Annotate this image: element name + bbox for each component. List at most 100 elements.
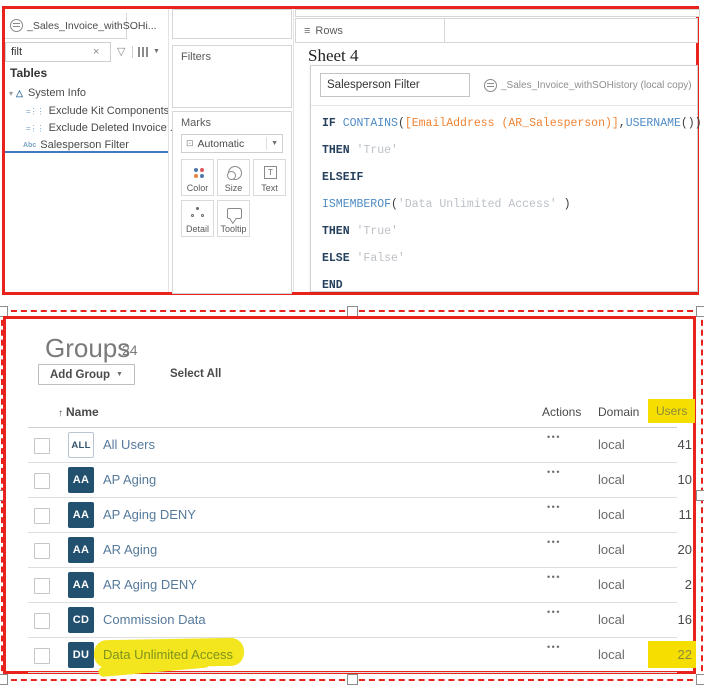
formula-line: ELSEIF: [322, 164, 691, 191]
rows-icon: ≡: [304, 25, 310, 37]
column-header-domain: Domain: [598, 405, 639, 419]
resize-handle[interactable]: [696, 674, 704, 685]
row-checkbox[interactable]: [34, 473, 50, 489]
marks-card: Marks ⊡ Automatic ▼ Color Size T Text De…: [172, 111, 292, 294]
actions-menu-icon[interactable]: •••: [540, 537, 568, 547]
expand-caret-icon[interactable]: ▾: [9, 89, 13, 98]
group-badge: CD: [68, 607, 94, 633]
pages-shelf[interactable]: [172, 9, 292, 39]
page-title: Groups: [45, 333, 130, 364]
pane-divider-accent: [5, 151, 168, 153]
users-count: 22: [648, 641, 696, 668]
mark-type-dropdown[interactable]: ⊡ Automatic ▼: [181, 134, 283, 153]
formula-line: ISMEMBEROF('Data Unlimited Access' ): [322, 191, 691, 218]
formula-line: ELSE 'False': [322, 245, 691, 272]
add-group-button[interactable]: Add Group ▼: [38, 364, 135, 385]
actions-menu-icon[interactable]: •••: [540, 502, 568, 512]
users-count: 41: [624, 437, 692, 452]
column-header-actions: Actions: [542, 405, 581, 419]
calc-name-input[interactable]: [320, 73, 470, 97]
field-search-box[interactable]: ×: [5, 42, 111, 62]
size-button[interactable]: Size: [217, 159, 250, 196]
actions-menu-icon[interactable]: •••: [540, 642, 568, 652]
actions-menu-icon[interactable]: •••: [540, 607, 568, 617]
resize-handle[interactable]: [696, 490, 704, 501]
actions-menu-icon[interactable]: •••: [540, 467, 568, 477]
calculated-field-editor: _Sales_Invoice_withSOHistory (local copy…: [310, 65, 698, 292]
chevron-down-icon: ▼: [266, 137, 282, 150]
formula-line: END: [322, 272, 691, 299]
table-row: DUData Unlimited Access•••local22: [28, 638, 677, 673]
group-badge: DU: [68, 642, 94, 668]
domain-value: local: [598, 472, 625, 487]
groups-table: ALLAll Users•••local41AAAP Aging•••local…: [28, 427, 677, 673]
group-name-link[interactable]: AP Aging: [103, 472, 156, 487]
resize-handle[interactable]: [696, 306, 704, 317]
abc-string-icon: Abc: [23, 142, 36, 149]
table-row: AAAR Aging DENY•••local2: [28, 568, 677, 603]
table-icon: △: [16, 88, 23, 99]
color-button[interactable]: Color: [181, 159, 214, 196]
actions-menu-icon[interactable]: •••: [540, 432, 568, 442]
group-name-link[interactable]: Data Unlimited Access: [103, 647, 233, 662]
row-checkbox[interactable]: [34, 648, 50, 664]
resize-handle[interactable]: [0, 674, 8, 685]
sidebar-item-system-info[interactable]: ▾ △ System Info: [5, 85, 165, 101]
text-icon: T: [264, 166, 277, 179]
select-all-button[interactable]: Select All: [170, 368, 221, 380]
view-columns-icon[interactable]: [138, 47, 148, 57]
domain-value: local: [598, 612, 625, 627]
formula-line: THEN 'True': [322, 218, 691, 245]
group-name-link[interactable]: AR Aging: [103, 542, 157, 557]
datasource-tab[interactable]: _Sales_Invoice_withSOHi...: [5, 13, 127, 39]
actions-menu-icon[interactable]: •••: [540, 572, 568, 582]
table-row: AAAR Aging•••local20: [28, 533, 677, 568]
users-count: 20: [624, 542, 692, 557]
users-count: 2: [624, 577, 692, 592]
groups-count: 24: [122, 342, 138, 358]
table-row: AAAP Aging DENY•••local11: [28, 498, 677, 533]
formula-line: IF CONTAINS([EmailAddress (AR_Salesperso…: [322, 110, 691, 137]
domain-value: local: [598, 507, 625, 522]
tooltip-button[interactable]: Tooltip: [217, 200, 250, 237]
tableau-desktop-panel: _Sales_Invoice_withSOHi... × ▽ ▼ Tables …: [2, 6, 699, 295]
formula-text-area[interactable]: IF CONTAINS([EmailAddress (AR_Salesperso…: [322, 110, 691, 299]
table-row: CDCommission Data•••local16: [28, 603, 677, 638]
chevron-down-icon[interactable]: ▼: [153, 48, 160, 55]
sidebar-item-exclude-kit[interactable]: =⋮⋮ Exclude Kit Components ...: [5, 103, 165, 119]
tooltip-icon: [227, 208, 242, 219]
size-icon: [228, 166, 242, 180]
row-checkbox[interactable]: [34, 508, 50, 524]
row-checkbox[interactable]: [34, 578, 50, 594]
resize-handle[interactable]: [347, 674, 358, 685]
group-name-link[interactable]: Commission Data: [103, 612, 206, 627]
columns-shelf[interactable]: [295, 9, 700, 17]
column-header-users[interactable]: Users: [648, 399, 695, 423]
groups-page: Groups 24 Add Group ▼ Select All ↑Name A…: [3, 316, 696, 674]
editor-datasource-label: _Sales_Invoice_withSOHistory (local copy…: [484, 79, 692, 92]
table-row: ALLAll Users•••local41: [28, 428, 677, 463]
clear-search-icon[interactable]: ×: [93, 46, 99, 58]
group-name-link[interactable]: AP Aging DENY: [103, 507, 196, 522]
users-count: 16: [624, 612, 692, 627]
detail-button[interactable]: Detail: [181, 200, 214, 237]
group-badge: AA: [68, 467, 94, 493]
group-name-link[interactable]: All Users: [103, 437, 155, 452]
mark-type-icon: ⊡: [186, 138, 194, 149]
calculated-field-icon: =⋮⋮: [26, 124, 44, 133]
text-button[interactable]: T Text: [253, 159, 286, 196]
group-name-link[interactable]: AR Aging DENY: [103, 577, 197, 592]
row-checkbox[interactable]: [34, 543, 50, 559]
row-checkbox[interactable]: [34, 438, 50, 454]
row-checkbox[interactable]: [34, 613, 50, 629]
group-badge: ALL: [68, 432, 94, 458]
group-badge: AA: [68, 537, 94, 563]
field-search-input[interactable]: [6, 46, 91, 58]
sheet-title: Sheet 4: [308, 46, 359, 66]
filters-shelf[interactable]: Filters: [172, 45, 292, 108]
rows-shelf[interactable]: ≡ Rows: [295, 18, 698, 43]
column-header-name[interactable]: ↑Name: [58, 405, 99, 419]
filter-funnel-icon[interactable]: ▽: [117, 45, 125, 58]
sidebar-item-exclude-deleted[interactable]: =⋮⋮ Exclude Deleted Invoice ...: [5, 120, 165, 136]
tables-section-header: Tables: [10, 66, 47, 80]
